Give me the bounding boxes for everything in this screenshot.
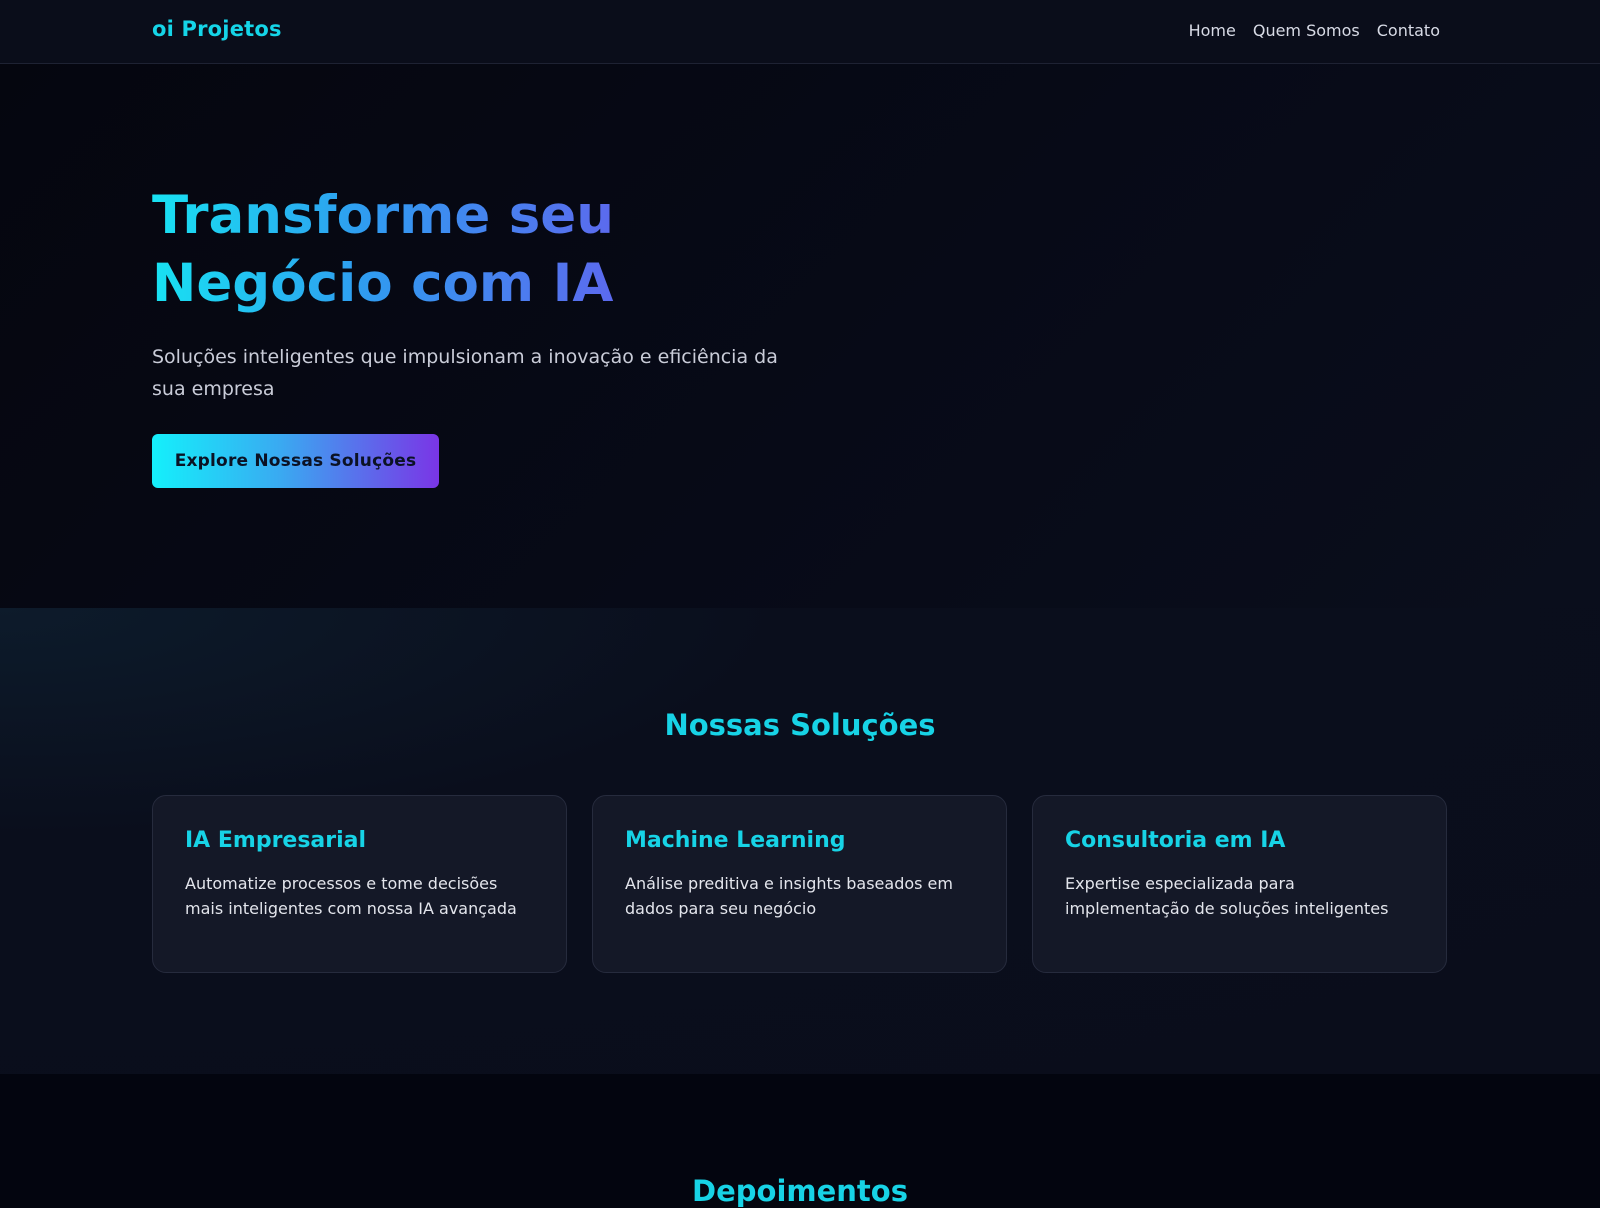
- hero-section: Transforme seu Negócio com IA Soluções i…: [0, 64, 1600, 608]
- explore-solutions-button[interactable]: Explore Nossas Soluções: [152, 434, 439, 488]
- solution-card-text: Expertise especializada para implementaç…: [1065, 874, 1389, 918]
- solutions-section: Nossas Soluções IA Empresarial Automatiz…: [0, 608, 1600, 1074]
- hero-subtitle: Soluções inteligentes que impulsionam a …: [152, 346, 778, 400]
- solution-card-title: Machine Learning: [625, 828, 846, 853]
- solutions-title: Nossas Soluções: [664, 708, 936, 742]
- solution-card-text: Automatize processos e tome decisões mai…: [185, 874, 517, 918]
- testimonials-title: Depoimentos: [692, 1174, 908, 1208]
- solution-card-consultoria-ia: Consultoria em IA Expertise especializad…: [1032, 795, 1447, 973]
- main-nav: Home Quem Somos Contato: [1189, 21, 1440, 40]
- nav-link-contato[interactable]: Contato: [1377, 21, 1440, 40]
- solution-card-ia-empresarial: IA Empresarial Automatize processos e to…: [152, 795, 567, 973]
- solution-card-title: Consultoria em IA: [1065, 828, 1286, 853]
- testimonials-section: Depoimentos: [0, 1074, 1600, 1208]
- nav-link-home[interactable]: Home: [1189, 21, 1236, 40]
- solution-card-title: IA Empresarial: [185, 828, 367, 853]
- solution-card-machine-learning: Machine Learning Análise preditiva e ins…: [592, 795, 1007, 973]
- site-header: oi Projetos Home Quem Somos Contato: [0, 0, 1600, 64]
- hero-title: Transforme seu Negócio com IA: [152, 182, 622, 318]
- solution-card-text: Análise preditiva e insights baseados em…: [625, 874, 953, 918]
- nav-link-quem-somos[interactable]: Quem Somos: [1253, 21, 1360, 40]
- site-logo[interactable]: oi Projetos: [152, 17, 282, 41]
